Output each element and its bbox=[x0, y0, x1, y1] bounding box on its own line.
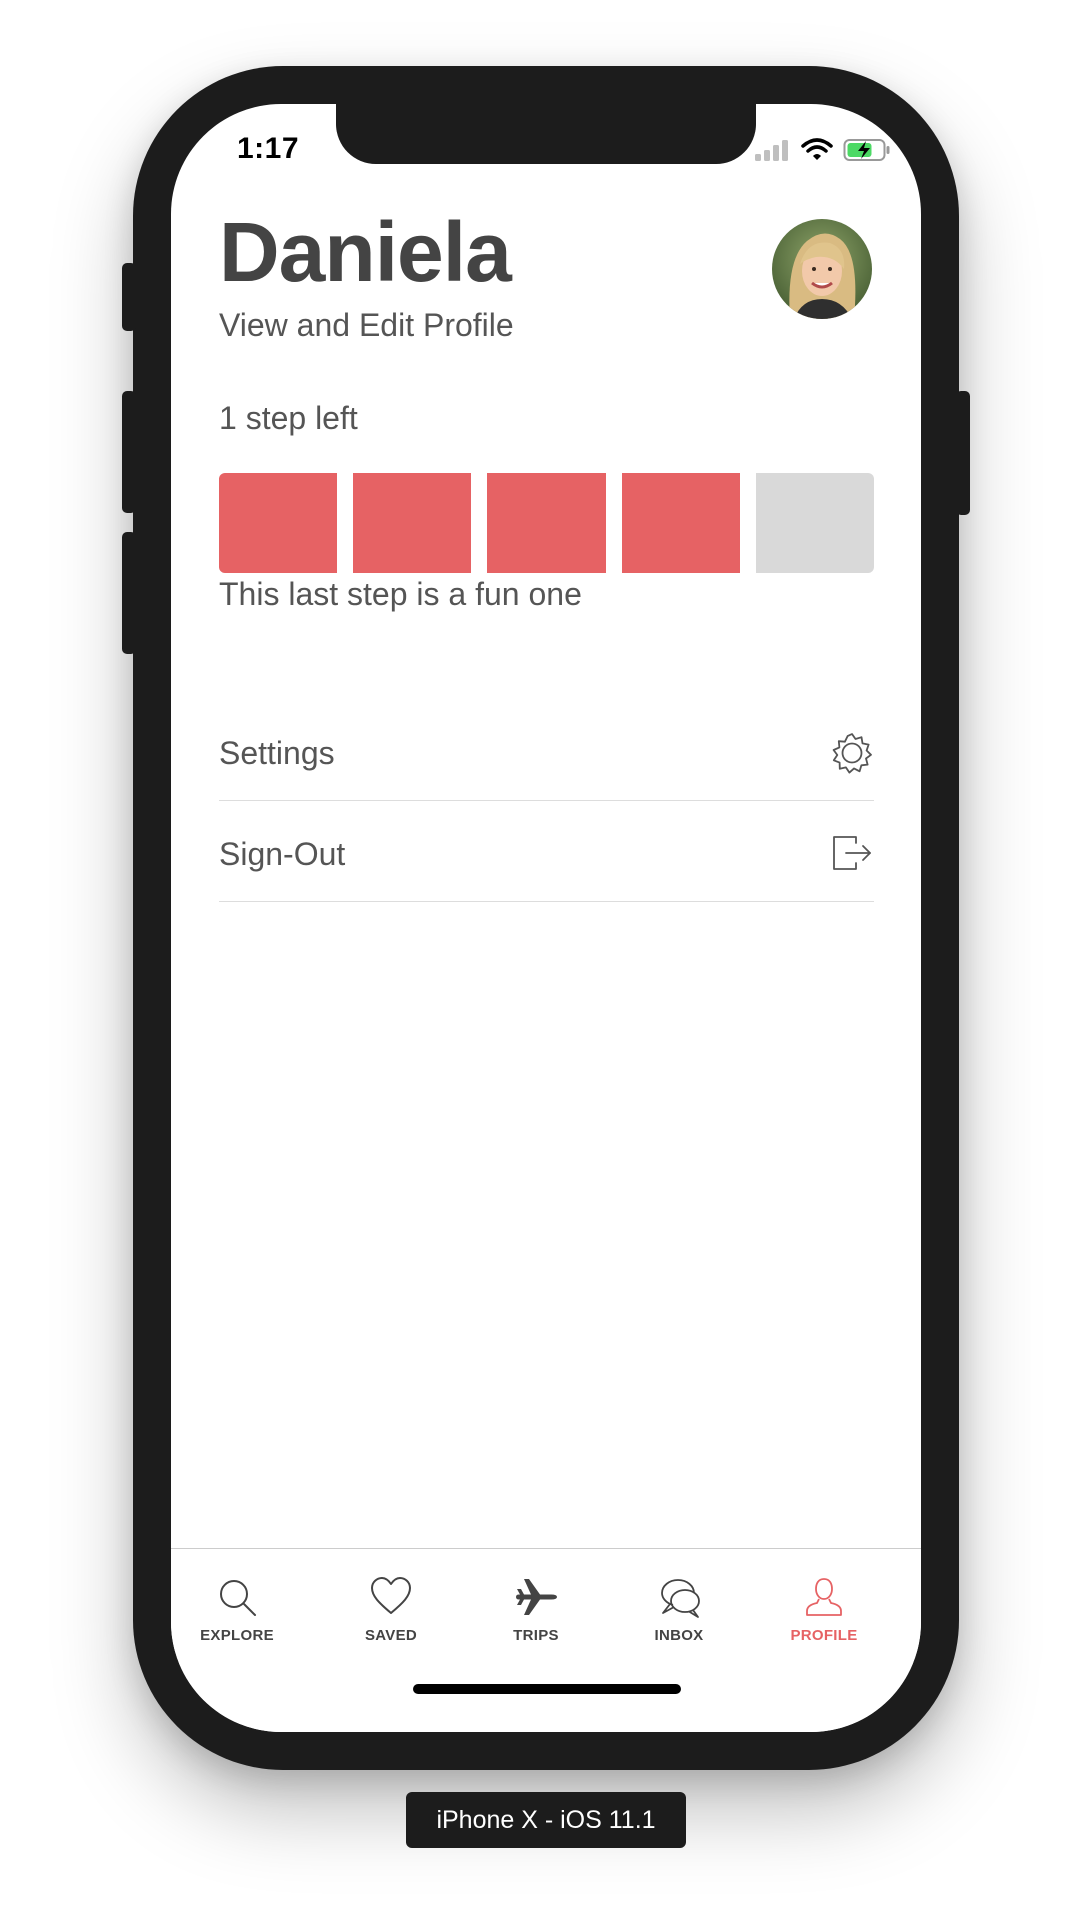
simulator-stage: 1:17 Daniela View and Edit Profile 1 ste… bbox=[0, 0, 1090, 1928]
sign-out-label: Sign-Out bbox=[219, 836, 346, 872]
sign-out-icon bbox=[833, 836, 871, 870]
chat-bubbles-icon bbox=[661, 1579, 700, 1618]
tab-saved-label: SAVED bbox=[364, 1627, 418, 1644]
view-edit-profile-link[interactable]: View and Edit Profile bbox=[219, 307, 514, 344]
tab-explore[interactable]: EXPLORE bbox=[177, 1575, 297, 1644]
status-time: 1:17 bbox=[237, 132, 300, 165]
progress-caption: This last step is a fun one bbox=[219, 576, 582, 612]
volume-down-button bbox=[122, 532, 136, 654]
phone-screen: 1:17 Daniela View and Edit Profile 1 ste… bbox=[171, 104, 921, 1732]
heart-icon bbox=[371, 1577, 411, 1614]
tab-bar: EXPLORE SAVED TRIPS INBOX PROFILE bbox=[171, 1548, 921, 1732]
device-label: iPhone X - iOS 11.1 bbox=[406, 1792, 686, 1848]
steps-left-label: 1 step left bbox=[219, 400, 358, 436]
tab-trips[interactable]: TRIPS bbox=[476, 1575, 596, 1644]
power-button bbox=[956, 391, 970, 515]
tab-profile[interactable]: PROFILE bbox=[764, 1575, 884, 1644]
tab-inbox[interactable]: INBOX bbox=[619, 1575, 739, 1644]
tab-inbox-label: INBOX bbox=[654, 1627, 704, 1644]
profile-name: Daniela bbox=[219, 205, 512, 299]
tab-profile-label: PROFILE bbox=[790, 1627, 858, 1644]
home-indicator[interactable] bbox=[413, 1684, 681, 1694]
notch bbox=[336, 104, 756, 164]
cellular-signal-icon bbox=[755, 140, 788, 161]
mute-switch bbox=[122, 263, 136, 331]
avatar[interactable] bbox=[772, 219, 872, 319]
wifi-icon bbox=[801, 138, 833, 160]
volume-up-button bbox=[122, 391, 136, 513]
progress-step-complete bbox=[487, 473, 606, 573]
tab-explore-label: EXPLORE bbox=[200, 1627, 274, 1644]
settings-label: Settings bbox=[219, 735, 335, 771]
airplane-icon bbox=[516, 1579, 557, 1615]
progress-step-complete bbox=[219, 473, 338, 573]
tab-saved[interactable]: SAVED bbox=[331, 1575, 451, 1644]
progress-step-complete bbox=[353, 473, 472, 573]
progress-step-complete bbox=[621, 473, 740, 573]
profile-progress-bar bbox=[219, 473, 874, 573]
search-icon bbox=[220, 1580, 256, 1616]
tab-trips-label: TRIPS bbox=[513, 1627, 559, 1644]
battery-charging-icon bbox=[843, 139, 890, 161]
status-icons bbox=[755, 138, 891, 162]
person-icon bbox=[806, 1578, 842, 1616]
settings-row[interactable]: Settings bbox=[219, 700, 874, 801]
gear-icon bbox=[832, 733, 872, 774]
progress-step-pending bbox=[755, 473, 874, 573]
sign-out-row[interactable]: Sign-Out bbox=[219, 801, 874, 902]
